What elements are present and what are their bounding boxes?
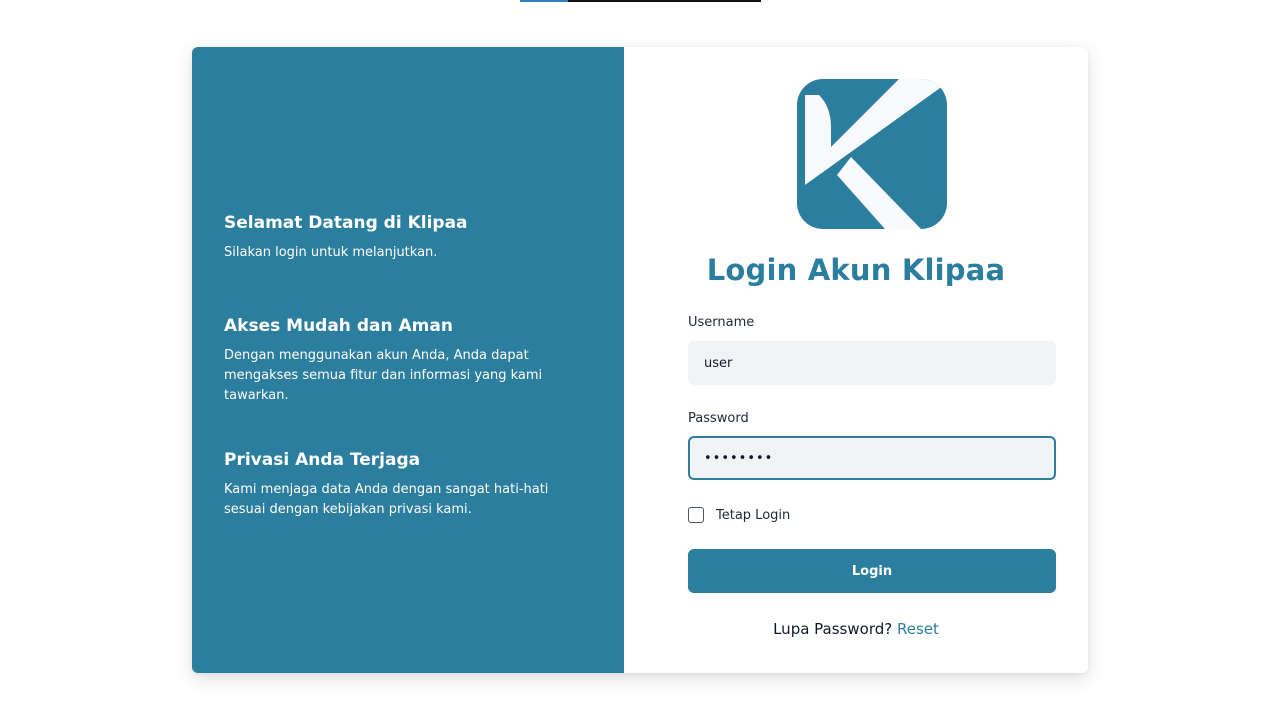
login-card: Selamat Datang di Klipaa Silakan login u… <box>192 47 1088 673</box>
klipaa-k-logo-icon <box>797 79 947 229</box>
remember-me-row[interactable]: Tetap Login <box>688 507 790 523</box>
forgot-password-text: Lupa Password? <box>773 620 893 638</box>
top-progress-fill <box>520 0 569 2</box>
feature-privacy: Privasi Anda Terjaga Kami menjaga data A… <box>224 449 592 520</box>
remember-me-label[interactable]: Tetap Login <box>716 508 790 523</box>
password-input[interactable] <box>688 436 1056 480</box>
feature-text: Silakan login untuk melanjutkan. <box>224 245 438 260</box>
feature-title: Selamat Datang di Klipaa <box>224 213 468 233</box>
reset-password-link[interactable]: Reset <box>897 620 939 638</box>
top-progress-bar <box>520 0 761 2</box>
password-label: Password <box>688 411 749 426</box>
welcome-panel: Selamat Datang di Klipaa Silakan login u… <box>192 47 624 673</box>
feature-title: Akses Mudah dan Aman <box>224 316 453 336</box>
login-title: Login Akun Klipaa <box>706 253 1006 287</box>
login-button[interactable]: Login <box>688 549 1056 593</box>
feature-title: Privasi Anda Terjaga <box>224 450 421 470</box>
username-label: Username <box>688 315 755 330</box>
feature-text: Dengan menggunakan akun Anda, Anda dapat… <box>224 348 543 403</box>
feature-welcome: Selamat Datang di Klipaa Silakan login u… <box>224 212 592 263</box>
username-input[interactable] <box>688 341 1056 385</box>
feature-access: Akses Mudah dan Aman Dengan menggunakan … <box>224 315 592 406</box>
feature-text: Kami menjaga data Anda dengan sangat hat… <box>224 482 549 517</box>
forgot-password-row: Lupa Password? Reset <box>624 620 1088 638</box>
login-panel: Login Akun Klipaa Username Password Teta… <box>624 47 1088 673</box>
remember-me-checkbox[interactable] <box>688 507 704 523</box>
